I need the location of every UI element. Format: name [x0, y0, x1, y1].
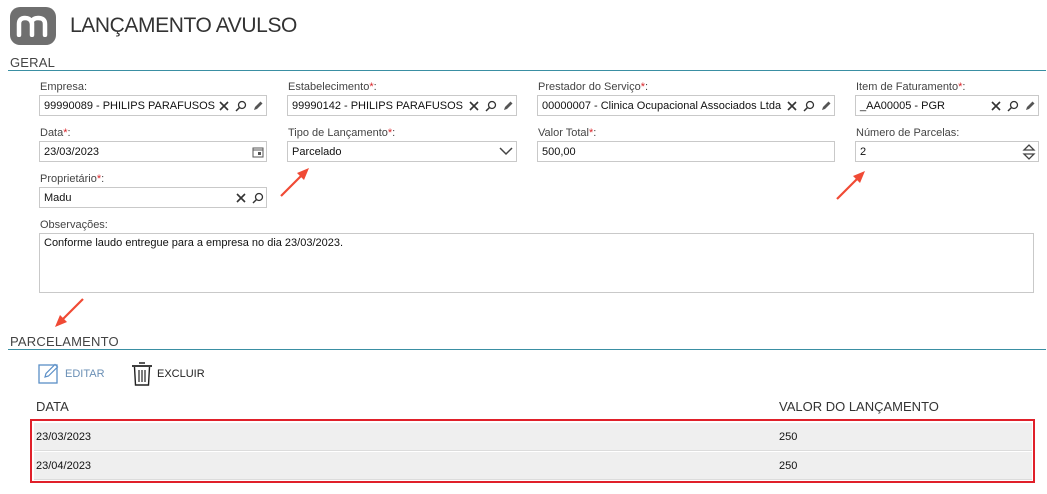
numero-parcelas-stepper[interactable]: 2 [855, 141, 1039, 162]
row-value: 250 [779, 460, 798, 472]
observacoes-label: Observações: [40, 219, 108, 231]
empresa-value: 99990089 - PHILIPS PARAFUSOS [44, 99, 215, 112]
search-icon[interactable] [482, 96, 499, 115]
chevron-down-icon[interactable] [496, 142, 516, 161]
page-title: LANÇAMENTO AVULSO [70, 14, 297, 37]
prestador-field[interactable]: 00000007 - Clinica Ocupacional Associado… [537, 95, 835, 116]
clear-icon[interactable] [215, 96, 232, 115]
proprietario-label: Proprietário*: [40, 173, 105, 185]
observacoes-textarea[interactable]: Conforme laudo entregue para a empresa n… [39, 233, 1034, 293]
edit-pencil-icon[interactable] [249, 96, 266, 115]
clear-icon[interactable] [783, 96, 800, 115]
clear-icon[interactable] [987, 96, 1004, 115]
edit-icon [38, 363, 59, 384]
section-title-geral: GERAL [10, 55, 56, 70]
table-row[interactable]: 23/04/2023 250 [34, 452, 1032, 480]
edit-pencil-icon[interactable] [817, 96, 834, 115]
delete-button[interactable]: EXCLUIR [131, 361, 205, 387]
tipo-lancamento-label: Tipo de Lançamento*: [288, 127, 396, 139]
search-icon[interactable] [249, 188, 266, 207]
annotation-arrow-icon [280, 168, 309, 197]
search-icon[interactable] [800, 96, 817, 115]
empresa-field[interactable]: 99990089 - PHILIPS PARAFUSOS [39, 95, 267, 116]
item-faturamento-label: Item de Faturamento*: [856, 81, 966, 93]
edit-label: EDITAR [65, 367, 105, 380]
data-value: 23/03/2023 [44, 145, 100, 158]
edit-pencil-icon[interactable] [499, 96, 516, 115]
logo-m-glyph [16, 15, 48, 37]
proprietario-field[interactable]: Madu [39, 187, 267, 208]
proprietario-value: Madu [44, 191, 72, 204]
search-icon[interactable] [232, 96, 249, 115]
prestador-label: Prestador do Serviço*: [538, 81, 649, 93]
numero-parcelas-label: Número de Parcelas: [856, 127, 960, 139]
column-header-data[interactable]: DATA [36, 399, 69, 414]
valor-total-field[interactable]: 500,00 [537, 141, 835, 162]
tipo-lancamento-select[interactable]: Parcelado [287, 141, 517, 162]
valor-total-label: Valor Total*: [538, 127, 597, 139]
item-faturamento-field[interactable]: _AA00005 - PGR [855, 95, 1039, 116]
row-date: 23/03/2023 [36, 431, 92, 443]
clear-icon[interactable] [232, 188, 249, 207]
data-label: Data*: [40, 127, 71, 139]
clear-icon[interactable] [465, 96, 482, 115]
item-faturamento-value: _AA00005 - PGR [860, 99, 945, 112]
edit-button[interactable]: EDITAR [38, 362, 105, 385]
estabelecimento-label: Estabelecimento*: [288, 81, 377, 93]
prestador-value: 00000007 - Clinica Ocupacional Associado… [542, 99, 782, 112]
annotation-arrow-icon [836, 171, 865, 200]
estabelecimento-field[interactable]: 99990142 - PHILIPS PARAFUSOS [287, 95, 517, 116]
trash-icon [132, 362, 152, 386]
search-icon[interactable] [1004, 96, 1021, 115]
numero-parcelas-value: 2 [860, 145, 867, 158]
app-logo [10, 7, 56, 45]
stepper-arrows-icon[interactable] [1020, 142, 1038, 161]
delete-label: EXCLUIR [157, 368, 205, 380]
section-divider-parcelamento [8, 349, 1046, 350]
table-row[interactable]: 23/03/2023 250 [34, 423, 1032, 451]
parcelas-table-highlight: 23/03/2023 250 23/04/2023 250 [30, 419, 1035, 483]
column-header-valor[interactable]: VALOR DO LANÇAMENTO [779, 399, 939, 414]
empresa-label: Empresa: [40, 81, 88, 93]
valor-total-value: 500,00 [542, 145, 576, 158]
section-title-parcelamento: PARCELAMENTO [10, 334, 119, 349]
row-value: 250 [779, 431, 798, 443]
calendar-icon[interactable] [249, 142, 266, 161]
row-date: 23/04/2023 [36, 460, 92, 472]
tipo-lancamento-value: Parcelado [292, 145, 342, 158]
data-field[interactable]: 23/03/2023 [39, 141, 267, 162]
annotation-arrow-icon [55, 298, 84, 327]
estabelecimento-value: 99990142 - PHILIPS PARAFUSOS [292, 99, 463, 112]
section-divider-geral [8, 70, 1046, 71]
edit-pencil-icon[interactable] [1021, 96, 1038, 115]
